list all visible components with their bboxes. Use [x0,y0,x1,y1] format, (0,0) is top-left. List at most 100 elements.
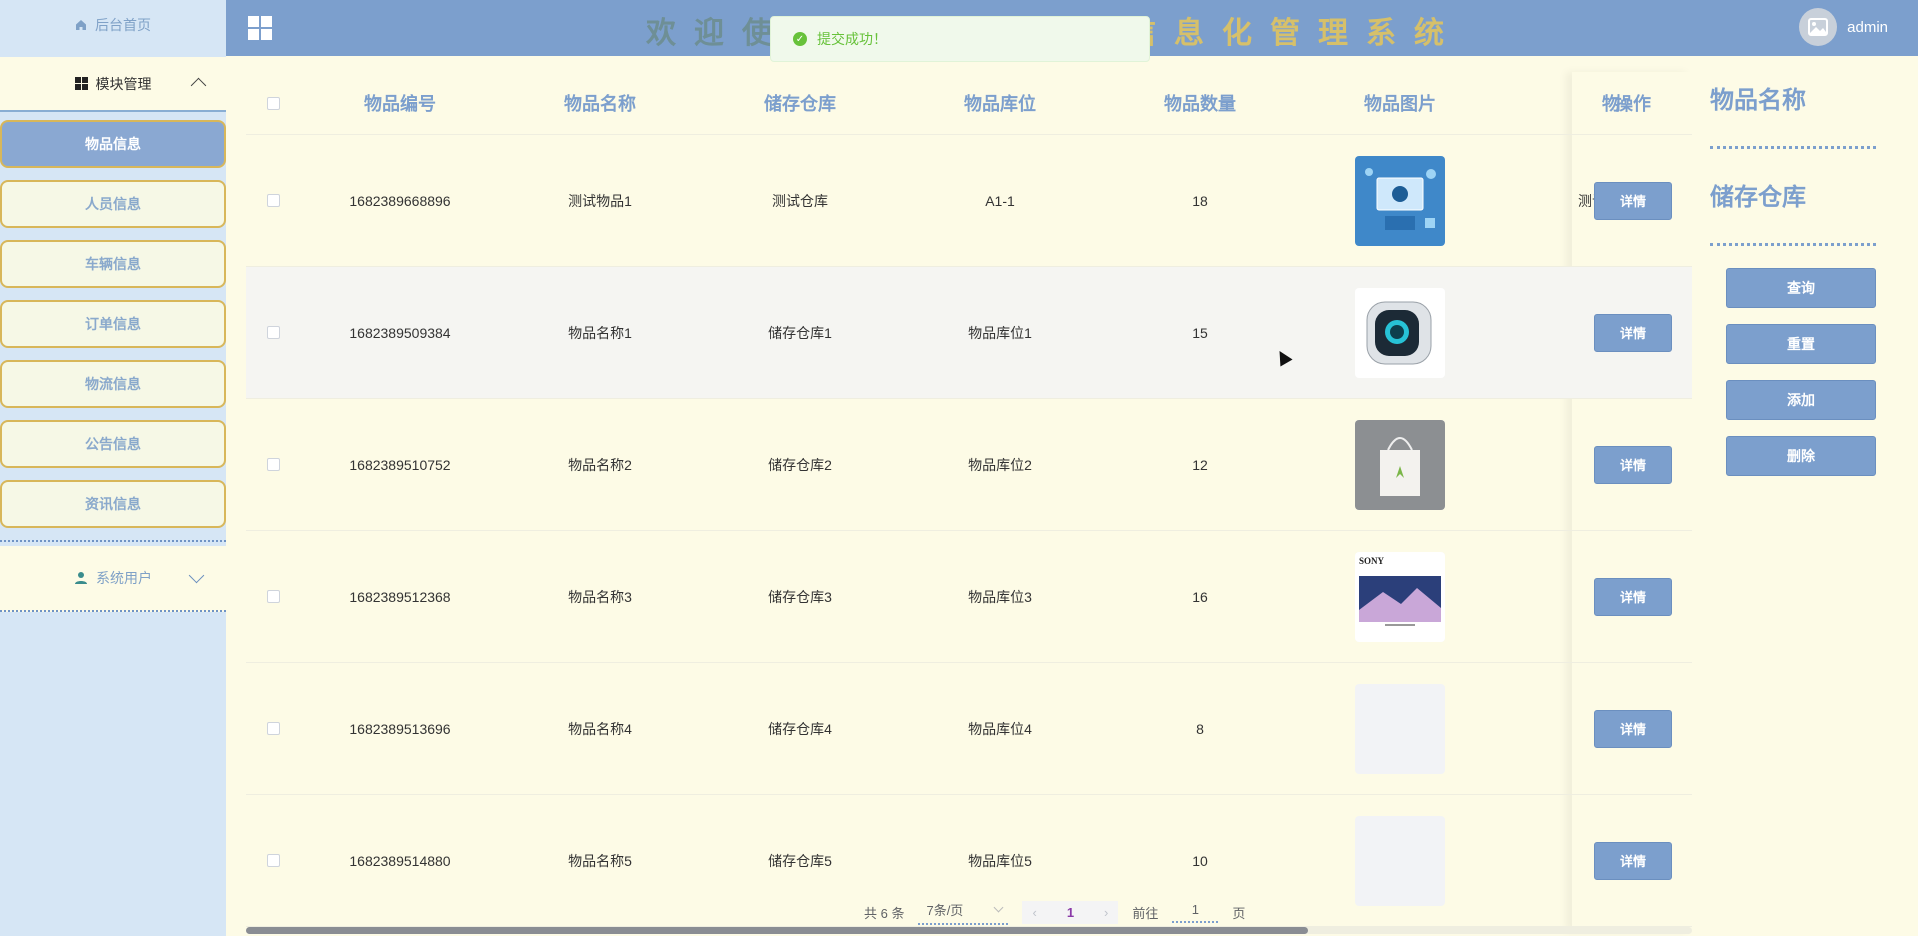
goto-page-input[interactable]: 1 [1172,902,1219,923]
page-suffix: 页 [1232,906,1246,921]
sidebar-menu: 物品信息 人员信息 车辆信息 订单信息 物流信息 公告信息 资讯信息 [0,112,226,528]
product-image[interactable] [1355,419,1445,510]
select-all-checkbox[interactable] [266,96,280,110]
cell-location: 物品库位2 [968,456,1032,473]
product-image[interactable] [1355,815,1445,906]
cell-warehouse: 储存仓库4 [768,720,832,737]
col-header-warehouse[interactable]: 储存仓库 [700,90,900,116]
sidebar-item-vehicles[interactable]: 车辆信息 [0,240,226,288]
row-checkbox[interactable] [266,854,280,867]
table-row[interactable]: 1682389510752物品名称2储存仓库2物品库位212物详情 [246,399,1692,531]
success-toast: ✓ 提交成功！ [770,16,1150,62]
table-row[interactable]: 1682389512368物品名称3储存仓库3物品库位316SONY物详情 [246,531,1692,663]
col-header-operation: 操作 [1615,94,1651,114]
detail-button[interactable]: 详情 [1594,841,1672,880]
col-header-location[interactable]: 物品库位 [900,90,1100,116]
reset-button[interactable]: 重置 [1726,324,1876,364]
sidebar: 后台首页 模块管理 物品信息 人员信息 车辆信息 订单信息 物流信息 公告信息 … [0,0,226,936]
cell-qty: 8 [1196,720,1204,737]
prev-page-icon[interactable]: ‹ [1032,905,1036,920]
chevron-up-icon [190,77,207,94]
cell-id: 1682389509384 [349,324,451,341]
col-header-image[interactable]: 物品图片 [1300,90,1500,116]
cell-id: 1682389514880 [349,852,451,869]
title-char: 化 [1222,17,1270,50]
cell-name: 物品名称1 [568,324,632,341]
goods-table: 物品编号 物品名称 储存仓库 物品库位 物品数量 物品图片 物 操作 16823… [246,72,1692,927]
image-placeholder-icon [1808,18,1829,36]
search-name-input[interactable] [1710,115,1876,149]
col-header-qty[interactable]: 物品数量 [1100,90,1300,116]
row-checkbox[interactable] [266,722,280,735]
detail-button[interactable]: 详情 [1594,445,1672,484]
cell-qty: 15 [1192,324,1208,341]
col-header-id[interactable]: 物品编号 [300,90,500,116]
product-image[interactable] [1355,683,1445,774]
horizontal-scrollbar[interactable] [246,927,1692,934]
row-checkbox[interactable] [266,194,280,207]
product-image[interactable] [1355,155,1445,246]
sidebar-item-logistics[interactable]: 物流信息 [0,360,226,408]
row-checkbox[interactable] [266,326,280,339]
cell-name: 测试物品1 [568,192,632,209]
avatar[interactable] [1799,8,1838,46]
sidebar-group-users[interactable]: 系统用户 [0,546,226,612]
title-char: 统 [1414,17,1462,50]
cell-location: A1-1 [985,192,1015,209]
sidebar-item-news[interactable]: 资讯信息 [0,480,226,528]
check-circle-icon: ✓ [793,32,807,46]
row-checkbox[interactable] [266,590,280,603]
next-page-icon[interactable]: › [1104,905,1108,920]
tv-brand-text: SONY [1359,556,1385,566]
sidebar-home-label: 后台首页 [95,17,151,33]
apps-grid-icon[interactable] [248,16,272,40]
table-row[interactable]: 1682389513696物品名称4储存仓库4物品库位48物详情 [246,663,1692,795]
search-panel: 物品名称 储存仓库 查询 重置 添加 删除 [1692,56,1918,936]
detail-button[interactable]: 详情 [1594,313,1672,352]
col-header-name[interactable]: 物品名称 [500,90,700,116]
sidebar-item-goods[interactable]: 物品信息 [0,120,226,168]
detail-button[interactable]: 详情 [1594,577,1672,616]
table-row[interactable]: 1682389668896测试物品1测试仓库A1-118测试详详情 [246,135,1692,267]
delete-button[interactable]: 删除 [1726,436,1876,476]
cell-location: 物品库位3 [968,588,1032,605]
grid-icon [74,77,88,90]
goto-label: 前往 [1132,906,1159,921]
sidebar-home[interactable]: 后台首页 [0,0,226,50]
cell-location: 物品库位4 [968,720,1032,737]
home-icon [76,20,86,30]
page-nav: ‹ 1 › [1022,901,1119,924]
sidebar-divider [0,540,226,542]
row-checkbox[interactable] [266,458,280,471]
product-image[interactable]: SONY [1355,551,1445,642]
user-icon [75,572,87,584]
user-menu[interactable]: admin [1799,8,1888,46]
sidebar-item-personnel[interactable]: 人员信息 [0,180,226,228]
cell-id: 1682389510752 [349,456,451,473]
sidebar-group-label: 模块管理 [95,75,152,92]
scrollbar-thumb[interactable] [246,927,1308,934]
query-button[interactable]: 查询 [1726,268,1876,308]
cell-warehouse: 测试仓库 [772,192,828,209]
detail-button[interactable]: 详情 [1594,709,1672,748]
sidebar-item-notices[interactable]: 公告信息 [0,420,226,468]
product-image[interactable] [1355,287,1445,378]
title-char: 理 [1318,17,1366,50]
cell-location: 物品库位5 [968,852,1032,869]
cell-name: 物品名称3 [568,588,632,605]
search-warehouse-input[interactable] [1710,212,1876,246]
sidebar-group-modules[interactable]: 模块管理 [0,57,226,112]
cell-name: 物品名称4 [568,720,632,737]
detail-button[interactable]: 详情 [1594,181,1672,220]
current-page[interactable]: 1 [1067,905,1074,920]
table-header: 物品编号 物品名称 储存仓库 物品库位 物品数量 物品图片 物 操作 [246,72,1692,135]
cell-id: 1682389513696 [349,720,451,737]
page-size-select[interactable]: 7条/页 [918,900,1009,925]
title-char: 迎 [694,17,742,50]
table-row[interactable]: 1682389509384物品名称1储存仓库1物品库位115物详情 [246,267,1692,399]
sidebar-item-orders[interactable]: 订单信息 [0,300,226,348]
title-char: 息 [1174,17,1222,50]
cell-qty: 16 [1192,588,1208,605]
page-size-value: 7条/页 [926,903,964,918]
add-button[interactable]: 添加 [1726,380,1876,420]
